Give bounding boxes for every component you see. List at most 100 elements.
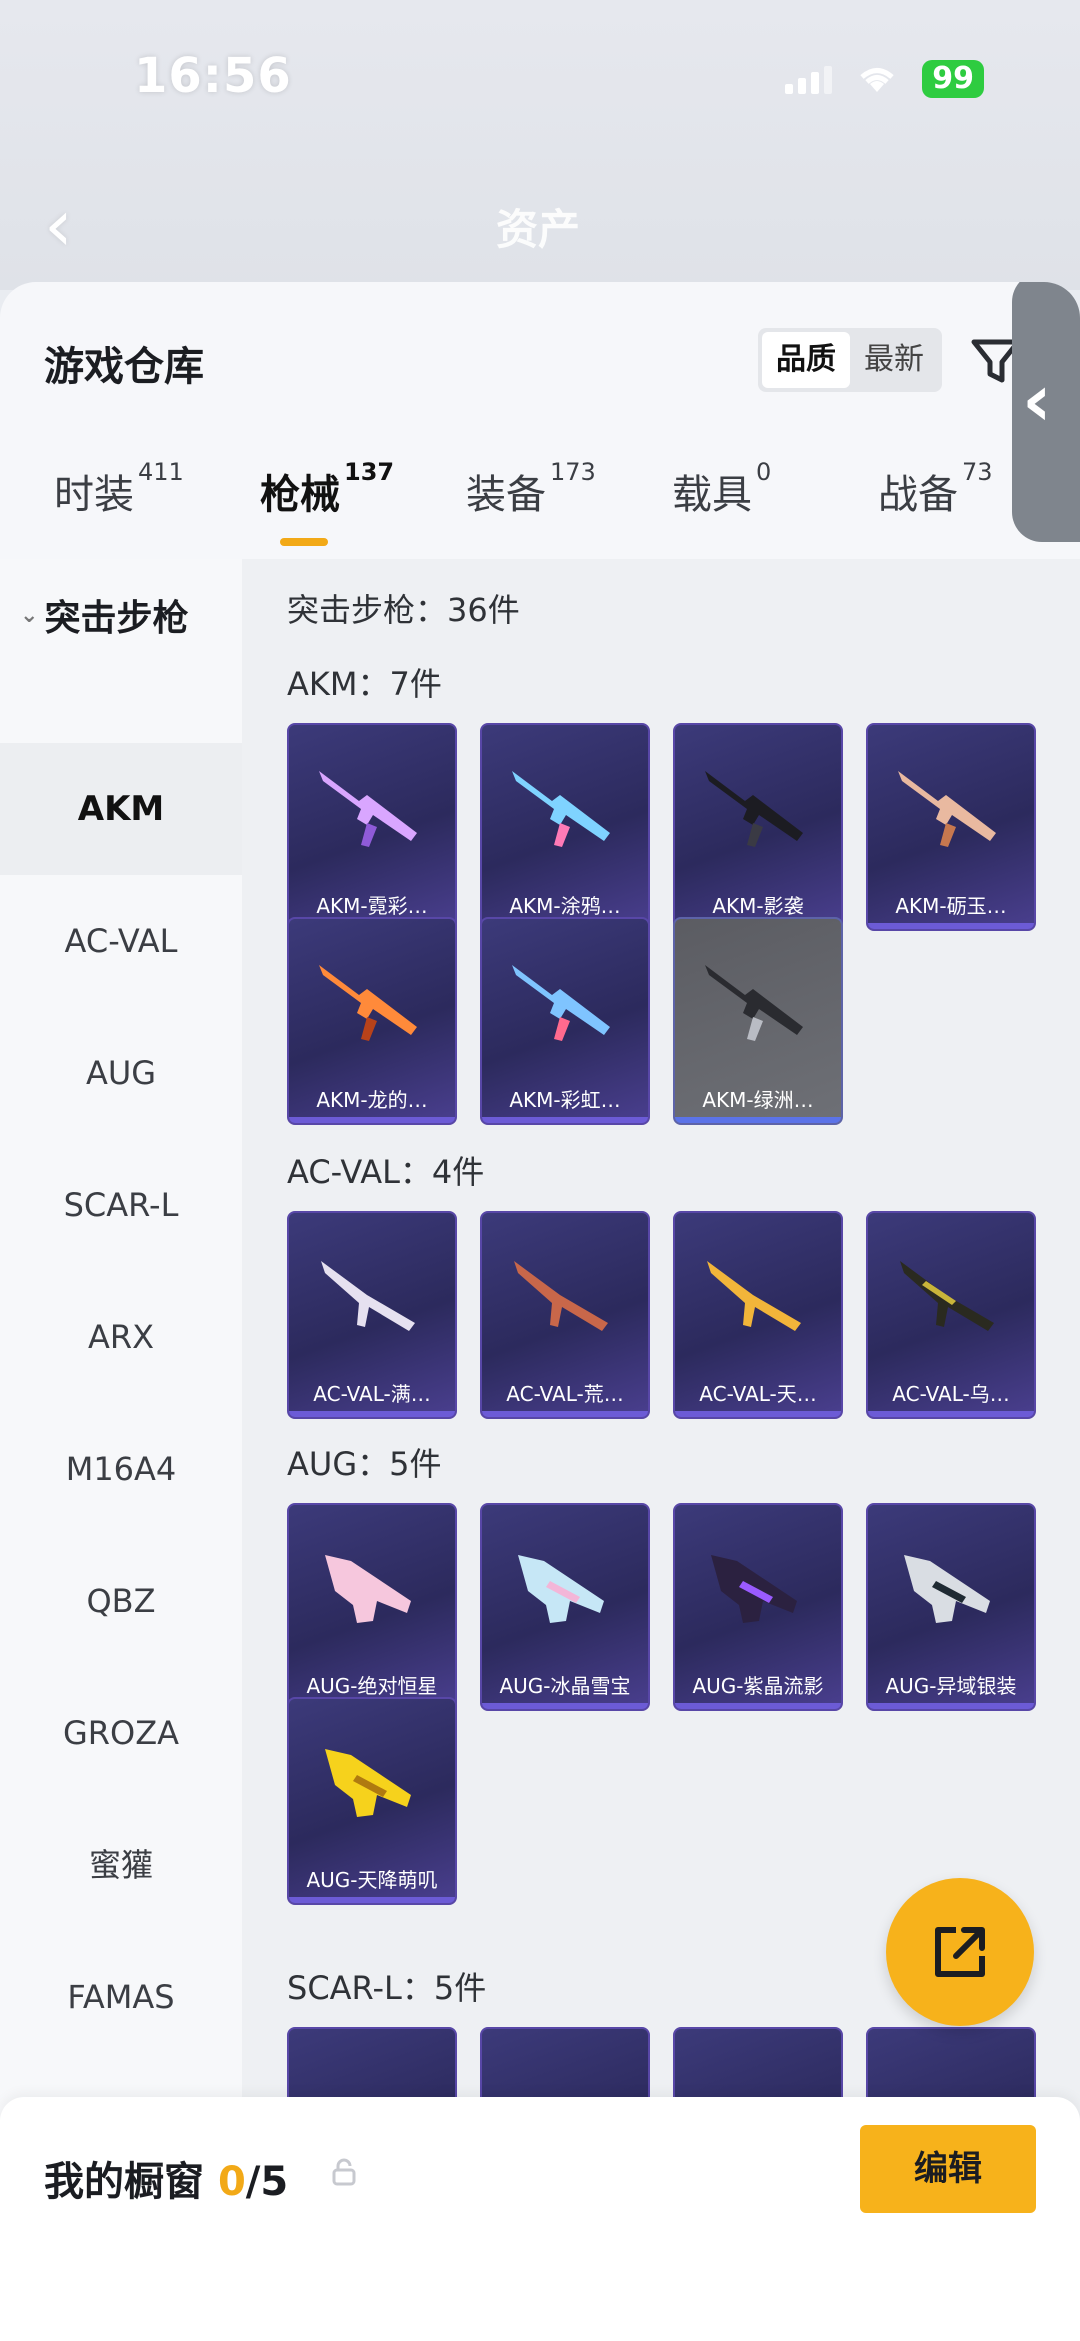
skin-name: AUG-冰晶雪宝 (499, 1674, 631, 1698)
rifle-icon (500, 1239, 634, 1349)
tab-count: 411 (138, 458, 184, 486)
group-header-akm: AKM：7件 (287, 665, 442, 703)
tab-count: 73 (962, 458, 993, 486)
skin-card[interactable]: AUG-紫晶流影 (673, 1503, 843, 1711)
skin-card[interactable]: AC-VAL-乌… (866, 1211, 1036, 1419)
page-title: 资产 (496, 205, 581, 254)
showcase-title: 我的橱窗 0/5 (44, 2149, 288, 2207)
skin-name: AKM-影袭 (712, 894, 804, 918)
rifle-icon (693, 751, 827, 861)
sidebar-group-label: 突击步枪 (44, 598, 189, 639)
group-header-ac-val: AC-VAL：4件 (287, 1153, 485, 1191)
rifle-icon (886, 751, 1020, 861)
skin-card[interactable]: AC-VAL-荒… (480, 1211, 650, 1419)
back-button[interactable]: ‹ (44, 189, 84, 261)
sidebar-item-aug[interactable]: AUG (0, 1007, 242, 1139)
chevron-left-icon: ‹ (1022, 358, 1052, 442)
skin-card[interactable]: AUG-天降萌叽 (287, 1697, 457, 1905)
showcase-total-count: /5 (245, 2159, 289, 2205)
share-button[interactable] (886, 1878, 1034, 2026)
skin-card[interactable]: AKM-龙的… (287, 917, 457, 1125)
sidebar-item-m16a4[interactable]: M16A4 (0, 1403, 242, 1535)
battery-indicator: 99 (922, 60, 984, 98)
skin-name: AKM-涂鸦… (509, 894, 621, 918)
rifle-icon (500, 1531, 634, 1641)
tab-guns[interactable]: 枪械 137 (260, 458, 394, 542)
sort-newest-option[interactable]: 最新 (850, 332, 938, 388)
edit-button[interactable]: 编辑 (860, 2125, 1036, 2213)
skin-card[interactable]: AKM-彩虹… (480, 917, 650, 1125)
active-tab-indicator (280, 538, 328, 546)
skin-name: AUG-绝对恒星 (306, 1674, 438, 1698)
skin-name: AC-VAL-荒… (506, 1382, 624, 1406)
skin-name: AKM-彩虹… (509, 1088, 621, 1112)
rarity-bar (675, 1411, 841, 1417)
rarity-bar (482, 1411, 648, 1417)
skin-card[interactable]: AKM-霓彩… (287, 723, 457, 931)
skin-card[interactable]: AC-VAL-满… (287, 1211, 457, 1419)
tab-supplies[interactable]: 战备 73 (878, 458, 993, 542)
category-tabs: 时装 411 枪械 137 装备 173 载具 0 战备 73 (0, 458, 1080, 552)
sidebar-item-akm[interactable]: AKM (0, 743, 242, 875)
skin-card[interactable]: AKM-影袭 (673, 723, 843, 931)
rifle-icon (500, 945, 634, 1055)
tab-count: 173 (550, 458, 596, 486)
sidebar-item-honey-badger[interactable]: 蜜獾 (0, 1799, 242, 1931)
rifle-icon (307, 1239, 441, 1349)
rarity-bar (868, 1703, 1034, 1709)
rifle-icon (307, 945, 441, 1055)
sidebar-item-qbz[interactable]: QBZ (0, 1535, 242, 1667)
skin-card[interactable]: AKM-绿洲… (673, 917, 843, 1125)
sidebar-group-assault-rifle[interactable]: ⌄ 突击步枪 (20, 589, 188, 641)
tab-label: 装备 (466, 472, 546, 518)
tab-equipment[interactable]: 装备 173 (466, 458, 596, 542)
rarity-bar (289, 1897, 455, 1903)
skin-card[interactable]: AUG-绝对恒星 (287, 1503, 457, 1711)
rarity-bar (289, 1117, 455, 1123)
group-header-aug: AUG：5件 (287, 1445, 442, 1483)
sidebar-item-ac-val[interactable]: AC-VAL (0, 875, 242, 1007)
skin-card[interactable]: AUG-冰晶雪宝 (480, 1503, 650, 1711)
tab-label: 枪械 (260, 472, 340, 518)
rarity-bar (868, 923, 1034, 929)
tab-count: 137 (344, 458, 395, 486)
rifle-icon (886, 1239, 1020, 1349)
status-time: 16:56 (134, 48, 292, 104)
rifle-icon (307, 1531, 441, 1641)
showcase-current-count: 0 (217, 2159, 246, 2205)
group-header-scar-l: SCAR-L：5件 (287, 1969, 487, 2007)
skin-card[interactable]: AKM-涂鸦… (480, 723, 650, 931)
skin-name: AKM-砺玉… (895, 894, 1007, 918)
rifle-icon (886, 1531, 1020, 1641)
weapon-sidebar: ⌄ 突击步枪 AKM AC-VAL AUG SCAR-L ARX M16A4 QB… (0, 559, 242, 2341)
sort-quality-option[interactable]: 品质 (762, 332, 850, 388)
rarity-bar (868, 1411, 1034, 1417)
skin-name: AC-VAL-乌… (892, 1382, 1010, 1406)
rarity-bar (289, 1411, 455, 1417)
section-count: 突击步枪：36件 (287, 591, 520, 629)
sort-toggle: 品质 最新 (758, 328, 942, 392)
rifle-icon (500, 751, 634, 861)
tab-vehicles[interactable]: 载具 0 (672, 458, 771, 542)
skin-name: AUG-异域银装 (885, 1674, 1017, 1698)
sidebar-item-famas[interactable]: FAMAS (0, 1931, 242, 2063)
skin-name: AKM-龙的… (316, 1088, 428, 1112)
sidebar-item-groza[interactable]: GROZA (0, 1667, 242, 1799)
tab-fashion[interactable]: 时装 411 (54, 458, 184, 542)
skin-card[interactable]: AKM-砺玉… (866, 723, 1036, 931)
sidebar-item-arx[interactable]: ARX (0, 1271, 242, 1403)
rarity-bar (482, 1117, 648, 1123)
skin-card[interactable]: AUG-异域银装 (866, 1503, 1036, 1711)
showcase-bar: 我的橱窗 0/5 编辑 (0, 2097, 1080, 2341)
skin-card[interactable]: AC-VAL-天… (673, 1211, 843, 1419)
wifi-icon (856, 64, 898, 94)
tab-count: 0 (756, 458, 772, 486)
rifle-icon (693, 945, 827, 1055)
status-icons: 99 (785, 60, 984, 98)
lock-icon (330, 2157, 358, 2187)
sidebar-item-scar-l[interactable]: SCAR-L (0, 1139, 242, 1271)
tab-label: 时装 (54, 472, 134, 518)
app-header: 16:56 99 ‹ 资产 (0, 0, 1080, 290)
sheet-title: 游戏仓库 (44, 344, 204, 390)
rarity-bar (482, 1703, 648, 1709)
